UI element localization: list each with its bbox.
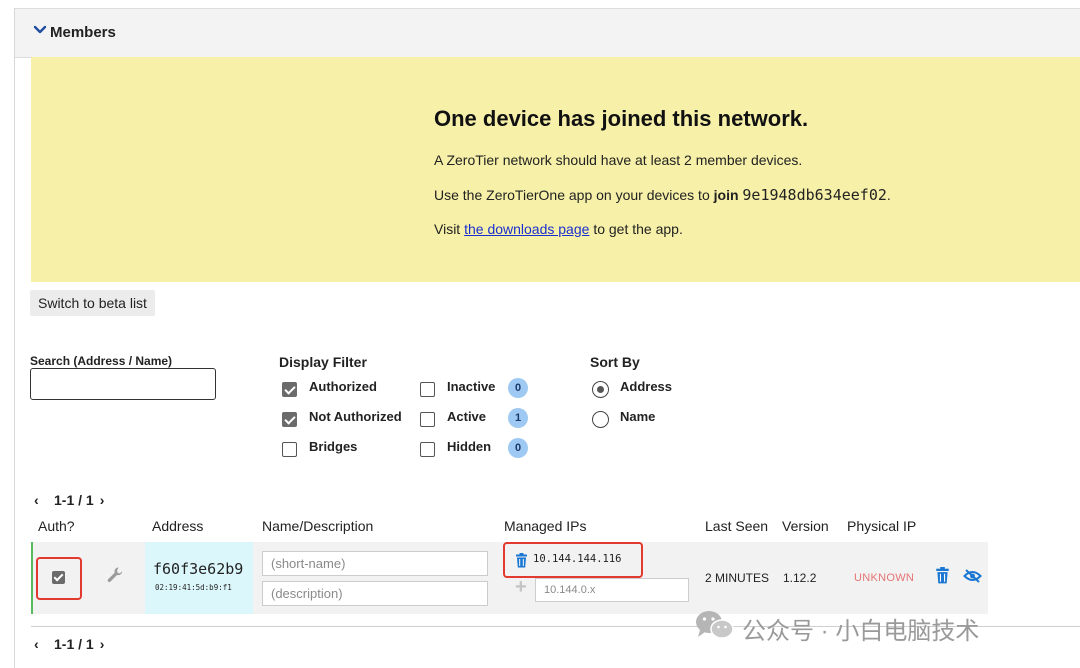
filter-hidden-label: Hidden <box>447 439 492 454</box>
banner-line-join: Use the ZeroTierOne app on your devices … <box>434 186 891 204</box>
filter-not-authorized-checkbox[interactable] <box>282 412 297 427</box>
pager-top: ‹ 1-1 / 1 › <box>34 492 116 508</box>
search-label: Search (Address / Name) <box>30 354 173 368</box>
network-id: 9e1948db634eef02 <box>742 186 887 204</box>
new-ip-input[interactable] <box>535 578 689 602</box>
display-filter-title: Display Filter <box>279 354 367 370</box>
row-online-indicator <box>31 542 33 614</box>
description-input[interactable] <box>262 581 488 606</box>
join-prefix: Use the ZeroTierOne app on your devices … <box>434 187 710 203</box>
pager-text: 1-1 / 1 <box>54 492 94 508</box>
panel-border <box>14 8 15 668</box>
pager-text: 1-1 / 1 <box>54 636 94 652</box>
last-seen-value: 2 MINUTES <box>705 571 770 585</box>
active-count-badge: 1 <box>508 408 528 428</box>
filter-authorized-label: Authorized <box>309 379 377 394</box>
next-page-icon[interactable]: › <box>100 636 116 652</box>
filter-hidden-checkbox[interactable] <box>420 442 435 457</box>
address-cell <box>145 542 253 614</box>
plus-icon[interactable]: + <box>515 576 527 599</box>
next-page-icon[interactable]: › <box>100 492 116 508</box>
filter-not-authorized-label: Not Authorized <box>309 409 402 424</box>
short-name-input[interactable] <box>262 551 488 576</box>
sort-address-label: Address <box>620 379 673 394</box>
filter-bridges-label: Bridges <box>309 439 358 454</box>
sort-by-title: Sort By <box>590 354 640 370</box>
watermark-text: 公众号 · 小白电脑技术 <box>742 618 980 645</box>
header-last-seen: Last Seen <box>705 518 769 534</box>
switch-to-beta-button[interactable]: Switch to beta list <box>30 290 155 316</box>
sort-name-label: Name <box>620 409 656 424</box>
join-word: join <box>713 187 739 203</box>
panel-title: Members <box>50 24 116 41</box>
filter-bridges-checkbox[interactable] <box>282 442 297 457</box>
hidden-count-badge: 0 <box>508 438 528 458</box>
filter-inactive-label: Inactive <box>447 379 496 394</box>
visit-suffix: to get the app. <box>593 221 683 237</box>
prev-page-icon[interactable]: ‹ <box>34 636 50 652</box>
member-address: f60f3e62b9 <box>153 560 244 578</box>
pager-bottom: ‹ 1-1 / 1 › <box>34 636 116 652</box>
wrench-icon[interactable] <box>106 566 124 584</box>
inactive-count-badge: 0 <box>508 378 528 398</box>
sort-address-radio[interactable] <box>592 381 609 398</box>
visit-prefix: Visit <box>434 221 461 237</box>
join-banner: One device has joined this network. A Ze… <box>31 57 1080 282</box>
member-mac: 02:19:41:5d:b9:f1 <box>155 583 232 592</box>
version-value: 1.12.2 <box>783 571 817 585</box>
header-address: Address <box>152 518 204 534</box>
filter-active-label: Active <box>447 409 487 424</box>
prev-page-icon[interactable]: ‹ <box>34 492 50 508</box>
trash-icon[interactable] <box>935 567 950 584</box>
sort-name-radio[interactable] <box>592 411 609 428</box>
banner-line-min-members: A ZeroTier network should have at least … <box>434 152 803 168</box>
authorize-checkbox[interactable] <box>52 571 65 584</box>
join-suffix: . <box>886 187 891 203</box>
managed-ip-value: 10.144.144.116 <box>533 553 622 565</box>
search-input[interactable] <box>30 368 216 400</box>
physical-ip-value: UNKNOWN <box>854 572 915 584</box>
header-managed-ips: Managed IPs <box>504 518 587 534</box>
wechat-icon <box>696 611 734 639</box>
filter-authorized-checkbox[interactable] <box>282 382 297 397</box>
trash-icon[interactable] <box>515 553 528 568</box>
downloads-link[interactable]: the downloads page <box>464 221 589 237</box>
banner-heading: One device has joined this network. <box>434 106 809 131</box>
header-name: Name/Description <box>262 518 374 534</box>
header-physical-ip: Physical IP <box>847 518 917 534</box>
chevron-down-icon[interactable] <box>33 23 47 37</box>
members-panel-header[interactable]: Members <box>15 8 1080 58</box>
banner-line-downloads: Visit the downloads page to get the app. <box>434 221 683 237</box>
eye-slash-icon[interactable] <box>963 569 982 583</box>
header-auth: Auth? <box>38 518 75 534</box>
filter-active-checkbox[interactable] <box>420 412 435 427</box>
header-version: Version <box>782 518 829 534</box>
filter-inactive-checkbox[interactable] <box>420 382 435 397</box>
